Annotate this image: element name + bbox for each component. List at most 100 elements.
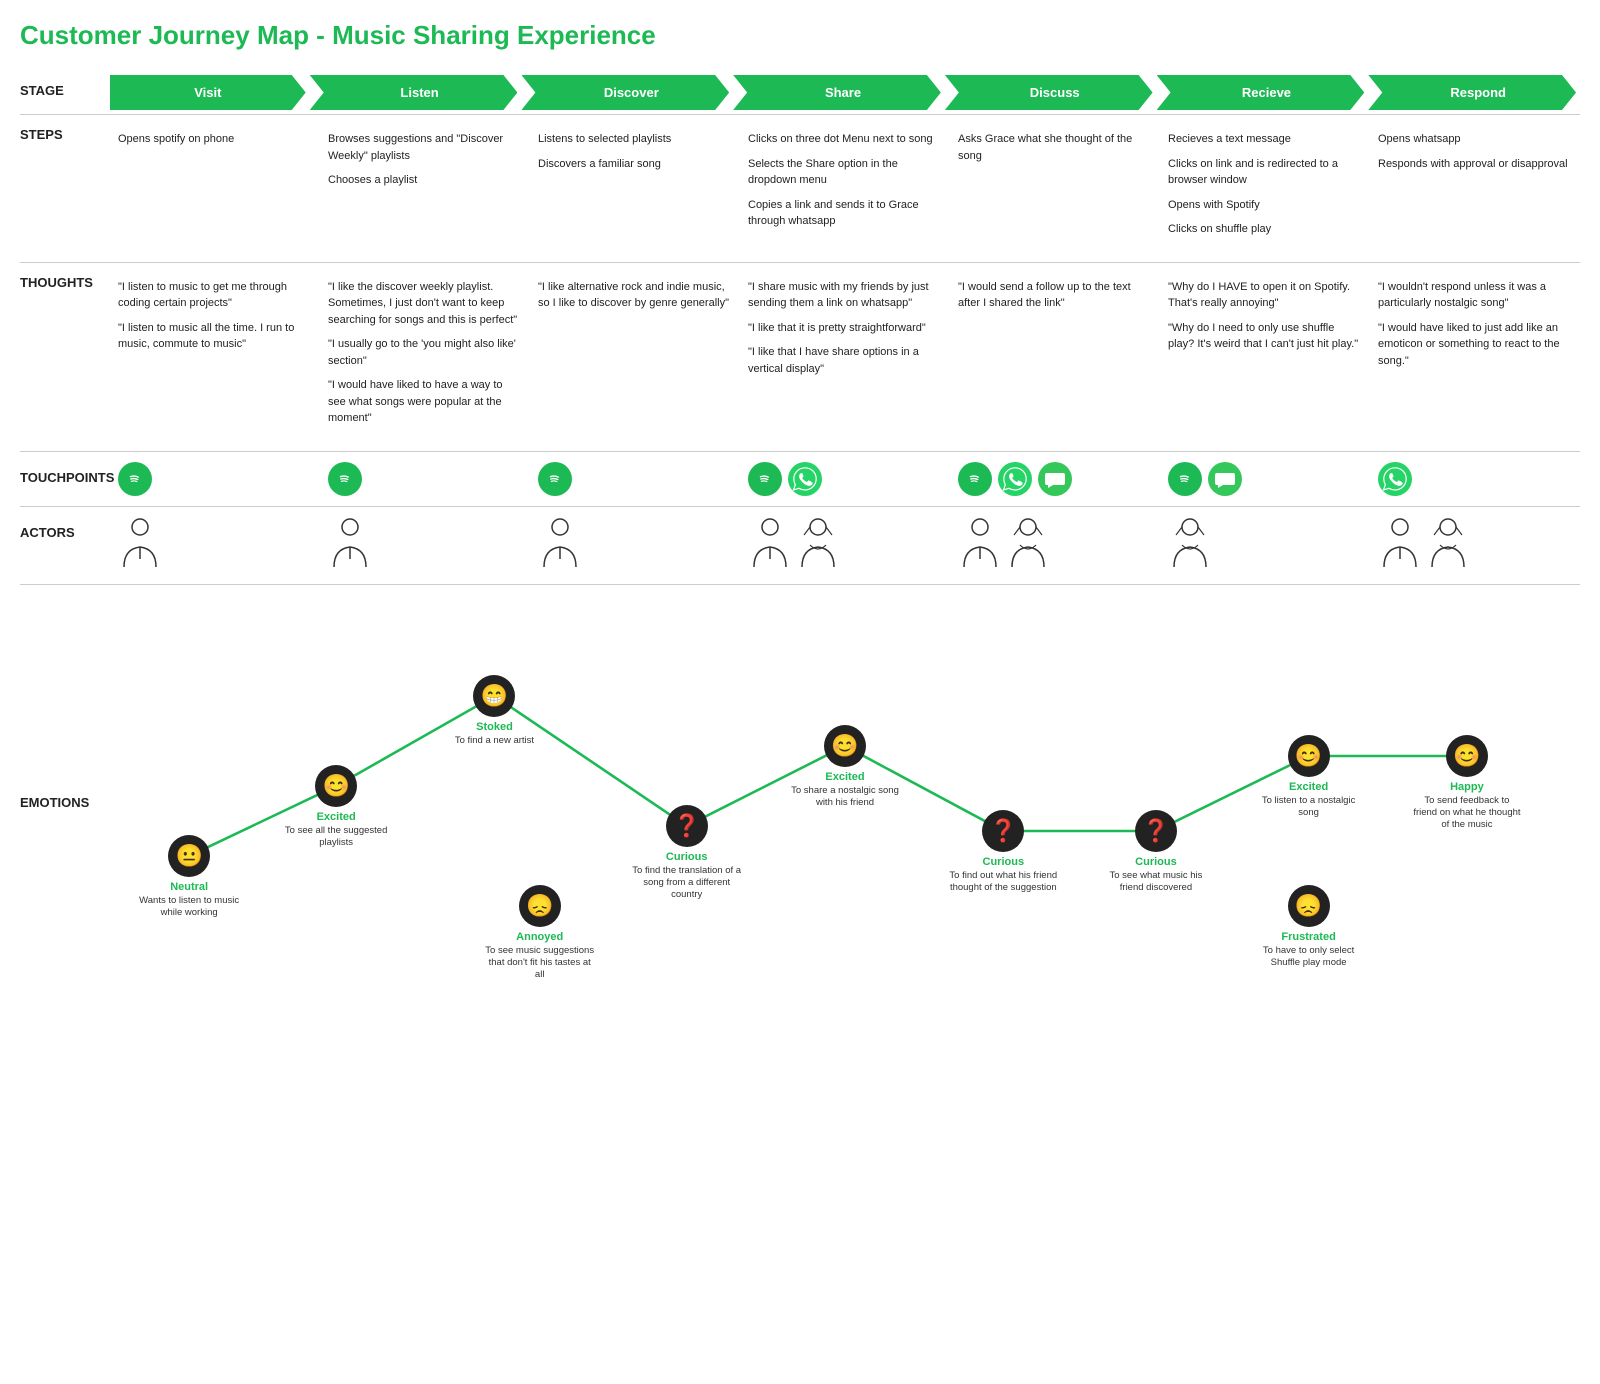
emotion-label-text: Neutral (170, 881, 208, 893)
thought-text: "I would have liked to just add like an … (1378, 320, 1572, 370)
actors-cells (110, 517, 1580, 574)
actor-figure (1168, 517, 1212, 574)
emotion-desc-text: To find a new artist (455, 735, 534, 747)
person-figure (328, 517, 372, 571)
emotion-face-neutral: 😐 (168, 835, 210, 877)
thought-text: "I like alternative rock and indie music… (538, 279, 732, 312)
thought-text: "I like that it is pretty straightforwar… (748, 320, 942, 337)
person-figure (118, 517, 162, 571)
emotion-node-curious3: ❓CuriousTo see what music his friend dis… (1101, 810, 1211, 895)
emotion-node-excited1: 😊ExcitedTo see all the suggested playlis… (281, 765, 391, 850)
emotion-face-curious3: ❓ (1135, 810, 1177, 852)
thoughts-cell-6: "I wouldn't respond unless it was a part… (1370, 275, 1580, 439)
thought-text: "I like the discover weekly playlist. So… (328, 279, 522, 329)
step-text: Recieves a text message (1168, 131, 1362, 148)
emotion-node-happy: 😊HappyTo send feedback to friend on what… (1412, 735, 1522, 832)
emotion-label-text: Stoked (476, 721, 513, 733)
emotions-section: EMOTIONS 😐NeutralWants to listen to musi… (20, 584, 1580, 955)
step-text: Chooses a playlist (328, 172, 522, 189)
stage-respond: Respond (1368, 75, 1576, 110)
emotion-label-text: Excited (825, 771, 864, 783)
whatsapp-icon (788, 462, 822, 496)
thoughts-cell-4: "I would send a follow up to the text af… (950, 275, 1160, 439)
actor-figure (538, 517, 582, 574)
emotion-desc-text: To send feedback to friend on what he th… (1412, 795, 1522, 832)
actor-figure (1426, 517, 1470, 574)
stage-recieve: Recieve (1157, 75, 1365, 110)
thoughts-cell-5: "Why do I HAVE to open it on Spotify. Th… (1160, 275, 1370, 439)
emotion-face-annoyed: 😞 (519, 885, 561, 927)
step-text: Asks Grace what she thought of the song (958, 131, 1152, 164)
touchpoints-row: TOUCHPOINTS (20, 451, 1580, 506)
page-title: Customer Journey Map - Music Sharing Exp… (20, 20, 1580, 51)
emotion-face-curious2: ❓ (982, 810, 1024, 852)
emotion-label-text: Happy (1450, 781, 1484, 793)
step-text: Responds with approval or disapproval (1378, 156, 1572, 173)
thought-text: "I would have liked to have a way to see… (328, 377, 522, 427)
steps-cells: Opens spotify on phone Browses suggestion… (110, 127, 1580, 250)
emotions-chart: 😐NeutralWants to listen to music while w… (110, 595, 1580, 955)
actor-figure (1006, 517, 1050, 574)
emotion-desc-text: To have to only select Shuffle play mode (1254, 945, 1364, 970)
actors-cell-4 (950, 517, 1160, 574)
thoughts-row: THOUGHTS "I listen to music to get me th… (20, 262, 1580, 451)
step-text: Clicks on shuffle play (1168, 221, 1362, 238)
touchpoints-cell-2 (530, 462, 740, 496)
person-figure (748, 517, 792, 571)
emotion-label-text: Curious (1135, 856, 1177, 868)
step-text: Opens spotify on phone (118, 131, 312, 148)
emotion-node-excited2: 😊ExcitedTo share a nostalgic song with h… (790, 725, 900, 810)
step-text: Opens whatsapp (1378, 131, 1572, 148)
actor-figure (1378, 517, 1422, 574)
actor-figure (958, 517, 1002, 574)
thought-text: "I like that I have share options in a v… (748, 344, 942, 377)
step-text: Copies a link and sends it to Grace thro… (748, 197, 942, 230)
thought-text: "I wouldn't respond unless it was a part… (1378, 279, 1572, 312)
person-figure-female (1006, 517, 1050, 571)
step-text: Listens to selected playlists (538, 131, 732, 148)
emotion-node-curious2: ❓CuriousTo find out what his friend thou… (948, 810, 1058, 895)
actors-cell-3 (740, 517, 950, 574)
actor-figure (796, 517, 840, 574)
step-text: Browses suggestions and "Discover Weekly… (328, 131, 522, 164)
emotion-label-text: Annoyed (516, 931, 563, 943)
steps-cell-3: Clicks on three dot Menu next to songSel… (740, 127, 950, 250)
emotion-label-text: Excited (1289, 781, 1328, 793)
thought-text: "Why do I HAVE to open it on Spotify. Th… (1168, 279, 1362, 312)
chat-bubble-icon (1208, 462, 1242, 496)
person-figure (1378, 517, 1422, 571)
emotion-face-stoked: 😁 (473, 675, 515, 717)
step-text: Clicks on three dot Menu next to song (748, 131, 942, 148)
emotion-label-text: Curious (666, 851, 708, 863)
spotify-icon (118, 462, 152, 496)
actor-figure (748, 517, 792, 574)
stage-label: STAGE (20, 75, 110, 98)
emotion-label-text: Curious (983, 856, 1025, 868)
emotion-node-stoked: 😁 Stoked To find a new artist (439, 675, 549, 747)
emotion-desc-text: To listen to a nostalgic song (1254, 795, 1364, 820)
person-figure (958, 517, 1002, 571)
step-text: Opens with Spotify (1168, 197, 1362, 214)
actor-figure (328, 517, 372, 574)
thoughts-cells: "I listen to music to get me through cod… (110, 275, 1580, 439)
whatsapp-icon (998, 462, 1032, 496)
actors-cell-5 (1160, 517, 1370, 574)
person-figure (538, 517, 582, 571)
stage-listen: Listen (310, 75, 518, 110)
thought-text: "I listen to music all the time. I run t… (118, 320, 312, 353)
emotion-desc-text: To see music suggestions that don't fit … (485, 945, 595, 982)
thought-text: "I would send a follow up to the text af… (958, 279, 1152, 312)
thoughts-cell-2: "I like alternative rock and indie music… (530, 275, 740, 439)
stage-discover: Discover (521, 75, 729, 110)
emotion-desc-text: To find the translation of a song from a… (632, 865, 742, 902)
spotify-icon (538, 462, 572, 496)
actors-label: ACTORS (20, 517, 110, 540)
emotion-desc-text: To see all the suggested playlists (281, 825, 391, 850)
stage-row: STAGE VisitListenDiscoverShareDiscussRec… (20, 75, 1580, 110)
touchpoints-cells (110, 462, 1580, 496)
person-figure-female (1168, 517, 1212, 571)
chat-bubble-icon (1038, 462, 1072, 496)
steps-row: STEPS Opens spotify on phoneBrowses sugg… (20, 114, 1580, 262)
steps-cell-0: Opens spotify on phone (110, 127, 320, 250)
thought-text: "Why do I need to only use shuffle play?… (1168, 320, 1362, 353)
